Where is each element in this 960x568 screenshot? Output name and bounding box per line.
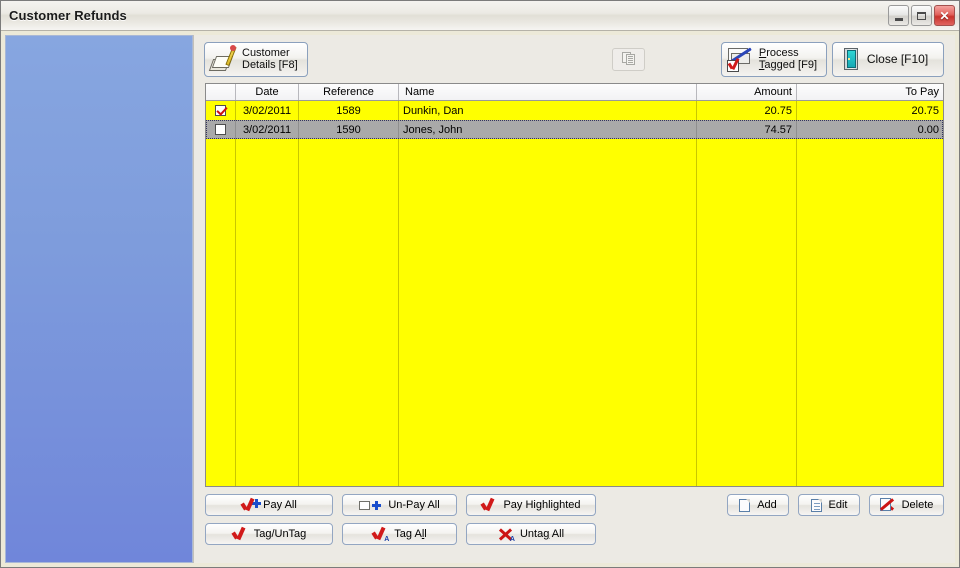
checkbox-checked-icon[interactable] bbox=[215, 105, 226, 116]
grid-empty-col bbox=[697, 139, 797, 486]
close-icon: ✕ bbox=[939, 8, 950, 23]
red-check-a-icon: A bbox=[372, 527, 389, 543]
copy-documents-icon bbox=[621, 52, 636, 66]
maximize-icon bbox=[917, 11, 926, 20]
close-form-label: Close [F10] bbox=[866, 52, 929, 66]
table-row[interactable]: 3/02/2011 1590 Jones, John 74.57 0.00 bbox=[206, 120, 943, 139]
delete-button[interactable]: Delete bbox=[869, 494, 944, 516]
process-tagged-button[interactable]: Process Tagged [F9] bbox=[720, 41, 827, 77]
column-header-name[interactable]: Name bbox=[399, 84, 697, 100]
maximize-button[interactable] bbox=[911, 5, 932, 26]
red-check-icon bbox=[232, 527, 247, 541]
grid-empty-col bbox=[797, 139, 943, 486]
unpay-all-button[interactable]: Un-Pay All bbox=[342, 494, 457, 516]
tag-all-button[interactable]: A Tag All bbox=[342, 523, 457, 545]
row-reference-cell: 1589 bbox=[299, 101, 399, 120]
red-check-icon bbox=[481, 498, 496, 512]
minimize-button[interactable] bbox=[888, 5, 909, 26]
close-button[interactable]: ✕ bbox=[934, 5, 955, 26]
pay-all-label: Pay All bbox=[263, 499, 297, 511]
unpay-all-label: Un-Pay All bbox=[388, 499, 440, 511]
customer-details-button[interactable]: Customer Details [F8] bbox=[204, 41, 308, 77]
copy-documents-button bbox=[612, 47, 645, 71]
column-header-reference[interactable]: Reference bbox=[299, 84, 399, 100]
grid-header-row: Date Reference Name Amount To Pay bbox=[206, 84, 943, 101]
delete-label: Delete bbox=[901, 499, 934, 511]
row-amount-cell: 74.57 bbox=[697, 120, 797, 139]
grid-empty-col bbox=[236, 139, 299, 486]
row-amount-cell: 20.75 bbox=[697, 101, 797, 120]
column-header-topay[interactable]: To Pay bbox=[797, 84, 943, 100]
row-topay-cell: 20.75 bbox=[911, 104, 939, 117]
button-row-2: Tag/UnTag A Tag All A Untag All bbox=[205, 523, 944, 545]
exit-door-icon bbox=[843, 48, 861, 70]
new-document-icon bbox=[739, 498, 751, 512]
untag-all-label: Untag All bbox=[519, 528, 565, 540]
status-strip bbox=[194, 559, 955, 563]
grid-empty-col bbox=[299, 139, 399, 486]
row-name-cell: Jones, John bbox=[399, 120, 697, 139]
row-tag-cell[interactable] bbox=[206, 101, 236, 120]
title-bar[interactable]: Customer Refunds ✕ bbox=[1, 1, 959, 31]
refunds-grid[interactable]: Date Reference Name Amount To Pay 3/02/2… bbox=[205, 83, 944, 487]
grid-empty-area bbox=[206, 139, 943, 486]
grid-empty-col bbox=[206, 139, 236, 486]
checkbox-unchecked-icon[interactable] bbox=[215, 124, 226, 135]
tag-all-label: Tag All bbox=[394, 528, 427, 540]
window-body: Customer Details [F8] Process Tagged [F9… bbox=[1, 31, 959, 567]
delete-document-icon bbox=[879, 498, 895, 512]
process-tagged-label: Process Tagged [F9] bbox=[758, 47, 817, 71]
row-tag-cell[interactable] bbox=[206, 120, 236, 139]
customer-refunds-window: Customer Refunds ✕ Customer Details [F8]… bbox=[0, 0, 960, 568]
record-action-buttons: Add Edit Delete bbox=[727, 494, 944, 516]
grid-empty-col bbox=[399, 139, 697, 486]
pay-highlighted-button[interactable]: Pay Highlighted bbox=[466, 494, 596, 516]
tag-untag-label: Tag/UnTag bbox=[253, 528, 307, 540]
row-topay-cell: 0.00 bbox=[917, 123, 939, 136]
column-header-date[interactable]: Date bbox=[236, 84, 299, 100]
add-button[interactable]: Add bbox=[727, 494, 789, 516]
column-header-amount[interactable]: Amount bbox=[697, 84, 797, 100]
row-name-cell: Dunkin, Dan bbox=[399, 101, 697, 120]
column-header-tag[interactable] bbox=[206, 84, 236, 100]
table-row[interactable]: 3/02/2011 1589 Dunkin, Dan 20.75 20.75 bbox=[206, 101, 943, 120]
empty-box-plus-icon bbox=[359, 500, 382, 511]
top-toolbar: Customer Details [F8] Process Tagged [F9… bbox=[194, 35, 955, 83]
minimize-icon bbox=[894, 17, 903, 21]
process-tagged-icon bbox=[726, 46, 753, 72]
red-x-a-icon: A bbox=[498, 527, 515, 543]
window-controls: ✕ bbox=[888, 5, 955, 26]
edit-button[interactable]: Edit bbox=[798, 494, 860, 516]
sidebar-panel bbox=[5, 35, 193, 563]
red-check-plus-icon bbox=[241, 498, 262, 512]
window-title: Customer Refunds bbox=[9, 8, 127, 23]
content-panel: Customer Details [F8] Process Tagged [F9… bbox=[193, 35, 955, 563]
edit-document-icon bbox=[810, 498, 822, 512]
pencil-notepad-icon bbox=[208, 45, 237, 72]
row-date-cell: 3/02/2011 bbox=[236, 120, 299, 139]
untag-all-button[interactable]: A Untag All bbox=[466, 523, 596, 545]
pay-all-button[interactable]: Pay All bbox=[205, 494, 333, 516]
row-date-cell: 3/02/2011 bbox=[236, 101, 299, 120]
bottom-button-bar: Pay All Un-Pay All Pay Highlighted Tag/U… bbox=[194, 487, 955, 559]
row-reference-cell: 1590 bbox=[299, 120, 399, 139]
tag-untag-button[interactable]: Tag/UnTag bbox=[205, 523, 333, 545]
pay-highlighted-label: Pay Highlighted bbox=[503, 499, 581, 511]
edit-label: Edit bbox=[828, 499, 848, 511]
add-label: Add bbox=[757, 499, 777, 511]
customer-details-label: Customer Details [F8] bbox=[242, 47, 298, 71]
close-form-button[interactable]: Close [F10] bbox=[832, 41, 944, 77]
